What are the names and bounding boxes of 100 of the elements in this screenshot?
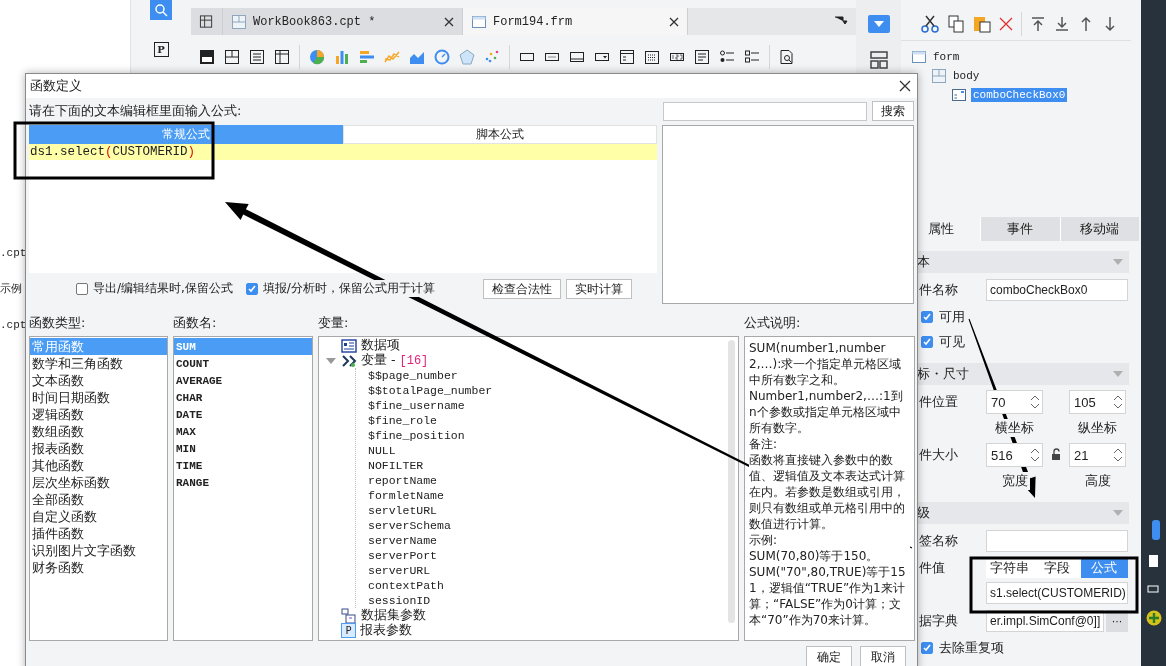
tree-item[interactable]: form bbox=[931, 49, 962, 64]
file-tab[interactable]: Form194.frm bbox=[463, 8, 688, 35]
tree-item[interactable]: serverPort bbox=[356, 548, 738, 563]
arrow-down-icon[interactable] bbox=[1102, 16, 1118, 32]
bar-chart-icon[interactable] bbox=[359, 49, 375, 65]
move-to-top-icon[interactable] bbox=[1030, 16, 1046, 32]
tree-item[interactable]: serverURL bbox=[356, 563, 738, 578]
tree-item[interactable]: serverName bbox=[356, 533, 738, 548]
list-item[interactable]: 插件函数 bbox=[30, 525, 167, 542]
list-item[interactable]: 时间日期函数 bbox=[30, 389, 167, 406]
tree-item[interactable]: 数据项 bbox=[361, 337, 400, 354]
more-button[interactable]: ··· bbox=[1106, 610, 1128, 632]
checkbox-list-icon[interactable] bbox=[744, 49, 760, 65]
tree-item[interactable]: NOFILTER bbox=[356, 458, 738, 473]
tree-item[interactable]: $fine_position bbox=[356, 428, 738, 443]
checkbox[interactable] bbox=[76, 282, 88, 295]
search-icon[interactable] bbox=[150, 0, 172, 20]
close-icon[interactable] bbox=[444, 16, 454, 27]
list-item[interactable]: 逻辑函数 bbox=[30, 406, 167, 423]
calendar-icon[interactable] bbox=[644, 49, 660, 65]
tree-item[interactable]: 变量 - bbox=[361, 352, 396, 369]
number-spinner[interactable]: 70 bbox=[986, 390, 1043, 414]
layout-icon[interactable] bbox=[249, 49, 265, 65]
preview-icon[interactable] bbox=[779, 49, 795, 65]
tree-item[interactable]: 报表参数 bbox=[360, 622, 412, 639]
list-item[interactable]: 自定义函数 bbox=[30, 508, 167, 525]
date-widget-icon[interactable] bbox=[619, 49, 635, 65]
search-button[interactable]: 搜索 bbox=[872, 101, 914, 121]
lock-icon[interactable] bbox=[1051, 448, 1061, 460]
tree-item[interactable]: reportName bbox=[356, 473, 738, 488]
list-item[interactable]: MIN bbox=[174, 440, 312, 457]
new-tab-button[interactable] bbox=[191, 8, 223, 35]
cut-icon[interactable] bbox=[921, 15, 939, 33]
pie-chart-icon[interactable] bbox=[309, 49, 325, 65]
expand-arrow-icon[interactable] bbox=[325, 356, 337, 365]
list-item[interactable]: 财务函数 bbox=[30, 559, 167, 576]
parameter-button[interactable]: P bbox=[153, 42, 169, 57]
table-icon[interactable] bbox=[274, 49, 290, 65]
tree-item[interactable]: $$totalPage_number bbox=[356, 383, 738, 398]
list-item[interactable]: DATE bbox=[174, 406, 312, 423]
list-item[interactable]: 文本函数 bbox=[30, 372, 167, 389]
panel-tab[interactable]: 移动端 bbox=[1059, 217, 1139, 241]
tree-item[interactable]: $fine_username bbox=[356, 398, 738, 413]
checkbox[interactable] bbox=[921, 336, 933, 348]
action-button[interactable]: 检查合法性 bbox=[482, 278, 561, 299]
number-spinner[interactable]: 516 bbox=[986, 443, 1043, 467]
file-tab[interactable]: WorkBook863.cpt * bbox=[223, 8, 463, 35]
number-spinner[interactable]: 21 bbox=[1069, 443, 1126, 467]
radio-list-icon[interactable] bbox=[719, 49, 735, 65]
checkbox[interactable] bbox=[245, 282, 258, 295]
scatter-chart-icon[interactable] bbox=[484, 49, 500, 65]
tree-item[interactable]: contextPath bbox=[356, 578, 738, 593]
layout-icon[interactable] bbox=[199, 49, 215, 65]
section-header[interactable]: 本 bbox=[917, 251, 1129, 273]
section-header[interactable]: 标・尺寸 bbox=[917, 363, 1129, 385]
search-field[interactable] bbox=[663, 101, 867, 121]
tree-item[interactable]: serverSchema bbox=[356, 518, 738, 533]
tree-item[interactable]: $fine_role bbox=[356, 413, 738, 428]
text-field-icon[interactable] bbox=[569, 49, 585, 65]
text-field[interactable]: s1.select(CUSTOMERID) bbox=[986, 582, 1128, 604]
tree-item[interactable]: $$page_number bbox=[356, 368, 738, 383]
section-header[interactable]: 级 bbox=[917, 502, 1129, 524]
text-field[interactable]: comboCheckBox0 bbox=[986, 279, 1128, 301]
list-item[interactable]: 其他函数 bbox=[30, 457, 167, 474]
text-field[interactable]: er.impl.SimConf@0]] bbox=[986, 610, 1104, 632]
formula-editor[interactable]: 常规公式 脚本公式 ds1.select(CUSTOMERID) bbox=[29, 125, 657, 273]
layout-icon[interactable] bbox=[224, 49, 240, 65]
tree-item[interactable]: sessionID bbox=[356, 593, 738, 608]
move-to-bottom-icon[interactable] bbox=[1054, 16, 1070, 32]
list-item[interactable]: COUNT bbox=[174, 355, 312, 372]
list-item[interactable]: RANGE bbox=[174, 474, 312, 491]
close-icon[interactable] bbox=[669, 16, 679, 27]
copy-icon[interactable] bbox=[947, 15, 965, 33]
text-area-icon[interactable] bbox=[694, 49, 710, 65]
tree-item[interactable]: servletURL bbox=[356, 503, 738, 518]
list-item[interactable]: AVERAGE bbox=[174, 372, 312, 389]
list-item[interactable]: 数组函数 bbox=[30, 423, 167, 440]
list-item[interactable]: MAX bbox=[174, 423, 312, 440]
text-field[interactable] bbox=[986, 530, 1128, 552]
list-item[interactable]: 数学和三角函数 bbox=[30, 355, 167, 372]
tree-item[interactable]: NULL bbox=[356, 443, 738, 458]
list-item[interactable]: 报表函数 bbox=[30, 440, 167, 457]
list-item[interactable]: 识别图片文字函数 bbox=[30, 542, 167, 559]
dropdown-button[interactable] bbox=[867, 15, 890, 33]
close-icon[interactable] bbox=[899, 80, 911, 92]
number-spinner[interactable]: 105 bbox=[1069, 390, 1126, 414]
action-button[interactable]: 实时计算 bbox=[565, 278, 632, 299]
delete-icon[interactable] bbox=[999, 17, 1013, 31]
tree-item[interactable]: 数据集参数 bbox=[361, 607, 426, 624]
dialog-button[interactable]: 确定 bbox=[806, 646, 852, 666]
formula-tab[interactable]: 脚本公式 bbox=[343, 125, 657, 144]
list-item[interactable]: 全部函数 bbox=[30, 491, 167, 508]
paste-icon[interactable] bbox=[973, 15, 991, 33]
panel-tab[interactable]: 事件 bbox=[980, 217, 1060, 241]
dialog-button[interactable]: 取消 bbox=[860, 646, 906, 666]
list-item[interactable]: 层次坐标函数 bbox=[30, 474, 167, 491]
bar-chart-icon[interactable] bbox=[334, 49, 350, 65]
gauge-icon[interactable] bbox=[434, 49, 450, 65]
list-item[interactable]: CHAR bbox=[174, 389, 312, 406]
tree-item[interactable]: body bbox=[951, 68, 982, 83]
